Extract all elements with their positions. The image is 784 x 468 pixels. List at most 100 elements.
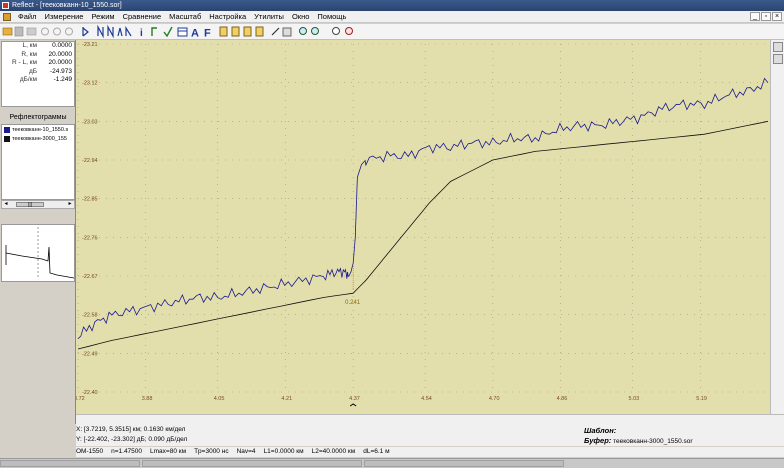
info-icon[interactable]: i (140, 28, 143, 39)
menu-utilities[interactable]: Утилиты (250, 11, 288, 23)
zoom-icons[interactable] (299, 27, 353, 35)
buffer-readout: Буфер: теековканн-3000_1550.sor (584, 436, 693, 445)
toolbar: i AF (0, 24, 784, 40)
buffer-label: Буфер: (584, 436, 612, 445)
menu-mode[interactable]: Режим (87, 11, 118, 23)
y-tick-label: -22.58 (82, 313, 98, 319)
menu-window[interactable]: Окно (288, 11, 313, 23)
taskbar-segment[interactable] (0, 460, 140, 467)
x-tick-label: 3.72 (76, 396, 85, 402)
svg-text:A: A (191, 28, 199, 40)
menu-compare[interactable]: Сравнение (119, 11, 166, 23)
minimize-icon[interactable]: _ (750, 12, 760, 21)
y-tick-label: -22.85 (82, 197, 98, 203)
trace-name: теековканн-3000_155 (12, 135, 67, 142)
measure-row: R - L, км 20.0000 (2, 59, 74, 68)
title-bar: Reflect - [теековканн-10_1550.sor] (0, 0, 784, 11)
restore-icon[interactable]: ▫ (761, 12, 771, 21)
measure-label: дБ (28, 67, 37, 75)
traces-list: теековканн-10_1550.s теековканн-3000_155 (1, 124, 75, 200)
zoom-y-out-icon[interactable] (772, 54, 783, 64)
zoom-y-icon[interactable] (772, 42, 783, 52)
trace-line-10 (77, 77, 769, 339)
vertical-toolbar (770, 40, 784, 414)
template-label: Шаблон: (584, 426, 617, 435)
measure-label: дБ/км (19, 76, 37, 84)
buffer-value: теековканн-3000_1550.sor (613, 438, 693, 445)
status-nav: Nav=4 (236, 448, 256, 455)
status-tp: Tp=3000 нс (194, 448, 229, 455)
menu-measure[interactable]: Измерение (40, 11, 87, 23)
traces-title: Рефлектограммы (9, 114, 67, 121)
x-tick-label: 3.88 (142, 396, 153, 402)
chart-svg[interactable]: -22.40-22.49-22.58-22.67-22.76-22.85-22.… (74, 40, 770, 414)
trace-color-swatch (4, 135, 10, 142)
trace-color-swatch (4, 126, 10, 133)
app-icon (2, 2, 9, 9)
scroll-thumb[interactable]: ||| (16, 202, 44, 208)
measure-row: L, км 0.0000 (2, 42, 74, 51)
reflectogram-chart[interactable]: -22.40 -22.49 -22.58 -22.67 -22.76 -22.85 -22.… (74, 40, 784, 414)
menu-file[interactable]: Файл (14, 11, 40, 23)
measurement-table: L, км 0.0000 R, км 20.0000 R - L, км 20.000… (1, 41, 75, 107)
table-icon[interactable] (177, 27, 188, 37)
document-icon[interactable] (3, 13, 11, 21)
status-n: n=1.47500 (111, 448, 143, 455)
cursor-marker (349, 403, 357, 407)
scroll-right-icon[interactable]: ▸ (66, 201, 74, 208)
taskbar-segment[interactable] (364, 460, 564, 467)
print-icon[interactable] (26, 27, 37, 36)
measure-row: дБ -24.973 (2, 68, 74, 77)
measure-value: 20.0000 (48, 50, 73, 58)
taskbar-segment[interactable] (142, 460, 362, 467)
trace-item[interactable]: теековканн-3000_155 (2, 134, 74, 143)
menu-scale[interactable]: Масштаб (165, 11, 205, 23)
menu-help[interactable]: Помощь (313, 11, 350, 23)
x-tick-label: 4.54 (421, 396, 432, 402)
link-icons[interactable] (271, 27, 292, 37)
font-icon[interactable]: AF (191, 28, 211, 40)
traces-scrollbar[interactable]: ◂ ||| ▸ (1, 200, 75, 209)
measure-row: R, км 20.0000 (2, 51, 74, 60)
measure-label: R, км (21, 50, 37, 58)
trace-name: теековканн-10_1550.s (12, 126, 69, 133)
y-tick-label: -23.03 (82, 119, 98, 125)
measure-row: дБ/км -1.249 (2, 76, 74, 85)
event-tools-icon[interactable] (151, 26, 173, 38)
y-tick-label: -22.76 (82, 235, 98, 241)
overview-plot[interactable] (1, 224, 75, 282)
trace-tools-icon[interactable] (97, 24, 132, 39)
x-tick-label: 5.19 (696, 396, 707, 402)
export-icons[interactable] (219, 26, 264, 37)
x-scale-readout: X: [3.7219, 5.3515] км; 0.1630 км/дел (76, 426, 186, 433)
open-icon[interactable] (2, 27, 13, 36)
y-tick-label: -22.94 (82, 158, 98, 164)
menu-settings[interactable]: Настройка (205, 11, 250, 23)
status-bar: ОМ-1550 n=1.47500 Lmax=80 км Tp=3000 нс … (76, 447, 784, 457)
window-title: Reflect - [теековканн-10_1550.sor] (12, 2, 122, 9)
close-icon[interactable]: × (772, 12, 782, 21)
status-l2: L2=40.0000 км (311, 448, 356, 455)
trace-line-3000 (77, 120, 769, 350)
zoom-disabled-icon[interactable] (41, 27, 73, 36)
marker-left-icon[interactable] (82, 27, 89, 37)
scroll-left-icon[interactable]: ◂ (2, 201, 10, 208)
save-icon[interactable] (14, 26, 24, 37)
x-tick-label: 4.86 (557, 396, 568, 402)
menu-bar: Файл Измерение Режим Сравнение Масштаб Н… (0, 11, 784, 23)
status-wavelength: ОМ-1550 (76, 448, 104, 455)
measure-value: -24.973 (49, 67, 72, 75)
measure-value: 20.0000 (48, 59, 73, 67)
x-tick-label: 4.37 (349, 396, 360, 402)
measure-label: L, км (22, 42, 37, 49)
status-lmax: Lmax=80 км (150, 448, 187, 455)
annotation-label: 0.241 (345, 300, 361, 306)
measure-label: R - L, км (11, 59, 37, 67)
y-tick-label: -22.67 (82, 274, 98, 280)
trace-item[interactable]: теековканн-10_1550.s (2, 125, 74, 134)
svg-text:F: F (204, 28, 211, 40)
status-area: X: [3.7219, 5.3515] км; 0.1630 км/дел Y:… (76, 424, 784, 446)
overview-trace (5, 246, 75, 279)
y-tick-label: -23.12 (82, 81, 98, 87)
horizontal-scrollbar[interactable] (76, 414, 784, 424)
